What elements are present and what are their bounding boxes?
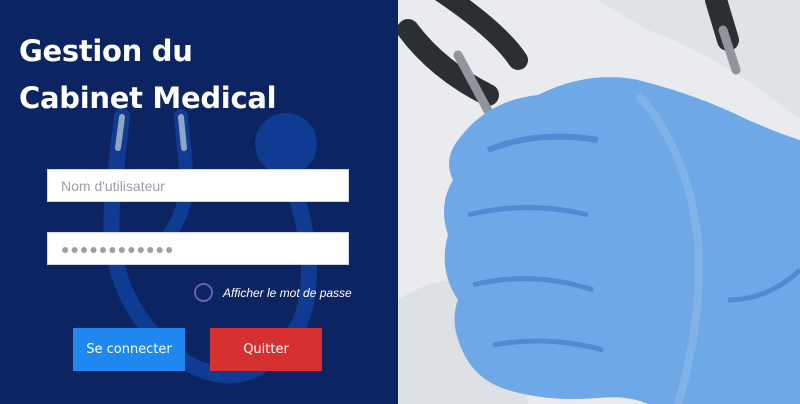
password-input[interactable] xyxy=(47,232,349,265)
username-input[interactable] xyxy=(47,169,349,202)
show-password-label: Afficher le mot de passe xyxy=(223,285,352,300)
title-line-1: Gestion du xyxy=(19,34,193,68)
connect-button[interactable]: Se connecter xyxy=(73,328,185,371)
photo-panel xyxy=(398,0,800,404)
login-panel: Gestion du Cabinet Medical Afficher le m… xyxy=(0,0,398,404)
gloved-hand-stethoscope-photo xyxy=(398,0,800,404)
show-password-radio[interactable] xyxy=(194,283,213,302)
show-password-toggle[interactable]: Afficher le mot de passe xyxy=(194,283,352,302)
page-title: Gestion du Cabinet Medical xyxy=(19,28,277,122)
login-window: Gestion du Cabinet Medical Afficher le m… xyxy=(0,0,800,404)
title-line-2: Cabinet Medical xyxy=(19,81,277,115)
quit-button[interactable]: Quitter xyxy=(210,328,322,371)
